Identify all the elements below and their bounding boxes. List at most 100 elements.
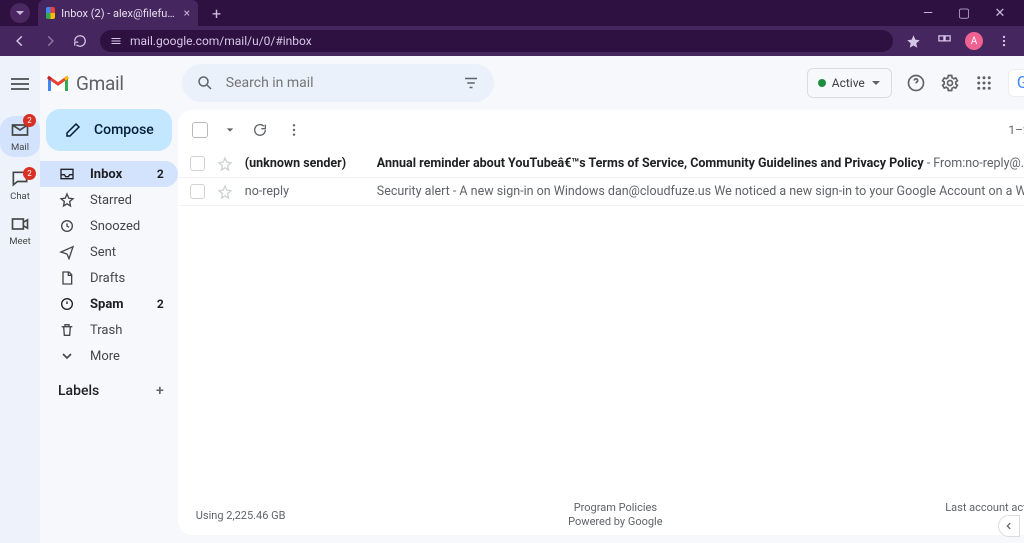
browser-address-bar: mail.google.com/mail/u/0/#inbox A bbox=[0, 26, 1024, 56]
rail-chat-label: Chat bbox=[10, 191, 30, 202]
spam-icon bbox=[58, 295, 76, 313]
star-icon[interactable] bbox=[217, 184, 233, 200]
search-icon bbox=[196, 74, 214, 92]
meet-icon bbox=[10, 214, 30, 234]
sidebar-item-count: 2 bbox=[157, 167, 164, 181]
pencil-icon bbox=[64, 121, 82, 139]
app-rail: 2 Mail 2 Chat Meet bbox=[0, 56, 40, 543]
rail-mail-label: Mail bbox=[11, 142, 29, 153]
window-close-button[interactable]: ✕ bbox=[988, 6, 1012, 21]
nav-forward-button[interactable] bbox=[40, 31, 60, 51]
refresh-button[interactable] bbox=[252, 122, 268, 138]
settings-icon[interactable] bbox=[940, 73, 960, 93]
sidebar-item-label: More bbox=[90, 349, 120, 364]
app-topbar: Active Google A bbox=[178, 56, 1024, 110]
support-icon[interactable] bbox=[906, 73, 926, 93]
status-text: Active bbox=[832, 76, 865, 90]
site-settings-icon[interactable] bbox=[110, 35, 122, 47]
sidebar-item-starred[interactable]: Starred bbox=[40, 187, 178, 213]
sent-icon bbox=[58, 243, 76, 261]
sidebar: Gmail Compose Inbox 2 Starred Snoozed Sent Dr… bbox=[40, 56, 178, 543]
search-input[interactable] bbox=[226, 75, 450, 91]
more-icon bbox=[58, 347, 76, 365]
trash-icon bbox=[58, 321, 76, 339]
message-subject: Annual reminder about YouTubeâ€™s Terms … bbox=[377, 156, 1024, 171]
sidebar-item-label: Drafts bbox=[90, 271, 125, 286]
new-tab-button[interactable]: + bbox=[206, 4, 227, 23]
message-checkbox[interactable] bbox=[190, 156, 205, 171]
add-label-button[interactable]: + bbox=[156, 383, 164, 399]
sidebar-item-drafts[interactable]: Drafts bbox=[40, 265, 178, 291]
message-checkbox[interactable] bbox=[190, 184, 205, 199]
labels-header: Labels bbox=[58, 383, 99, 399]
pagination-range: 1–2 of 2 bbox=[1008, 123, 1024, 137]
sidebar-item-more[interactable]: More bbox=[40, 343, 178, 369]
rail-meet-label: Meet bbox=[9, 236, 30, 247]
starred-icon bbox=[58, 191, 76, 209]
search-bar[interactable] bbox=[182, 64, 494, 102]
tab-title: Inbox (2) - alex@filefuze.co - Sy bbox=[61, 7, 177, 20]
sidebar-item-spam[interactable]: Spam2 bbox=[40, 291, 178, 317]
more-actions-button[interactable] bbox=[286, 122, 302, 138]
browser-tab[interactable]: Inbox (2) - alex@filefuze.co - Sy × bbox=[38, 0, 198, 26]
message-sender: (unknown sender) bbox=[245, 156, 365, 171]
address-field[interactable]: mail.google.com/mail/u/0/#inbox bbox=[100, 30, 893, 52]
drafts-icon bbox=[58, 269, 76, 287]
window-minimize-button[interactable]: — bbox=[916, 6, 940, 21]
google-logo[interactable]: Google bbox=[1008, 69, 1024, 97]
chevron-down-icon bbox=[871, 78, 881, 88]
sidebar-item-label: Sent bbox=[90, 245, 116, 260]
program-policies-link[interactable]: Program Policies bbox=[286, 501, 946, 515]
window-maximize-button[interactable]: ▢ bbox=[952, 6, 976, 21]
browser-dropdown[interactable] bbox=[10, 3, 30, 23]
select-all-checkbox[interactable] bbox=[192, 122, 208, 138]
apps-icon[interactable] bbox=[974, 73, 994, 93]
search-options-icon[interactable] bbox=[462, 74, 480, 92]
rail-chat-badge: 2 bbox=[23, 167, 36, 180]
sidebar-item-label: Starred bbox=[90, 193, 132, 208]
message-snippet: - From:no-reply@... bbox=[924, 156, 1024, 171]
list-toolbar: 1–2 of 2 bbox=[178, 110, 1024, 150]
rail-meet[interactable]: Meet bbox=[0, 214, 40, 247]
last-activity-text: Last account activity: 2 hours ago bbox=[945, 501, 1024, 515]
message-row[interactable]: no-replySecurity alert - A new sign-in o… bbox=[178, 178, 1024, 206]
sidebar-item-label: Snoozed bbox=[90, 219, 140, 234]
snoozed-icon bbox=[58, 217, 76, 235]
url-text: mail.google.com/mail/u/0/#inbox bbox=[130, 34, 312, 48]
storage-usage[interactable]: Using 2,225.46 GB bbox=[196, 509, 286, 522]
inbox-icon bbox=[58, 165, 76, 183]
compose-label: Compose bbox=[94, 122, 154, 138]
powered-by-text: Powered by Google bbox=[286, 515, 946, 529]
tab-close-icon[interactable]: × bbox=[184, 6, 190, 20]
rail-chat[interactable]: 2 Chat bbox=[0, 169, 40, 202]
nav-reload-button[interactable] bbox=[70, 31, 90, 51]
rail-mail[interactable]: 2 Mail bbox=[0, 116, 40, 157]
star-icon[interactable] bbox=[217, 156, 233, 172]
message-snippet: - A new sign-in on Windows dan@cloudfuze… bbox=[450, 184, 1024, 199]
message-row[interactable]: (unknown sender) Annual reminder about Yo… bbox=[178, 150, 1024, 178]
footer: Using 2,225.46 GB Program Policies Power… bbox=[178, 495, 1024, 535]
gmail-brand[interactable]: Gmail bbox=[40, 64, 178, 109]
select-dropdown-button[interactable] bbox=[226, 126, 234, 134]
rail-mail-badge: 2 bbox=[23, 114, 36, 127]
message-list-pane: 1–2 of 2 (unknown sender) Annual reminder… bbox=[178, 110, 1024, 535]
gmail-brand-text: Gmail bbox=[76, 72, 124, 95]
sidebar-item-sent[interactable]: Sent bbox=[40, 239, 178, 265]
message-subject: Security alert - A new sign-in on Window… bbox=[377, 184, 1024, 199]
side-panel-toggle[interactable] bbox=[998, 515, 1020, 537]
sidebar-item-trash[interactable]: Trash bbox=[40, 317, 178, 343]
bookmark-icon[interactable] bbox=[903, 31, 923, 51]
sidebar-item-inbox[interactable]: Inbox 2 bbox=[40, 161, 178, 187]
browser-menu-icon[interactable] bbox=[994, 31, 1014, 51]
compose-button[interactable]: Compose bbox=[46, 109, 172, 151]
sidebar-item-label: Inbox bbox=[90, 167, 122, 182]
sidebar-item-label: Trash bbox=[90, 323, 122, 338]
browser-profile-avatar[interactable]: A bbox=[965, 32, 983, 50]
gmail-logo-icon bbox=[46, 75, 70, 93]
status-chip[interactable]: Active bbox=[807, 68, 892, 98]
main-menu-icon[interactable] bbox=[8, 72, 32, 96]
sidebar-item-label: Spam bbox=[90, 297, 124, 312]
extensions-icon[interactable] bbox=[934, 31, 954, 51]
nav-back-button[interactable] bbox=[10, 31, 30, 51]
sidebar-item-snoozed[interactable]: Snoozed bbox=[40, 213, 178, 239]
